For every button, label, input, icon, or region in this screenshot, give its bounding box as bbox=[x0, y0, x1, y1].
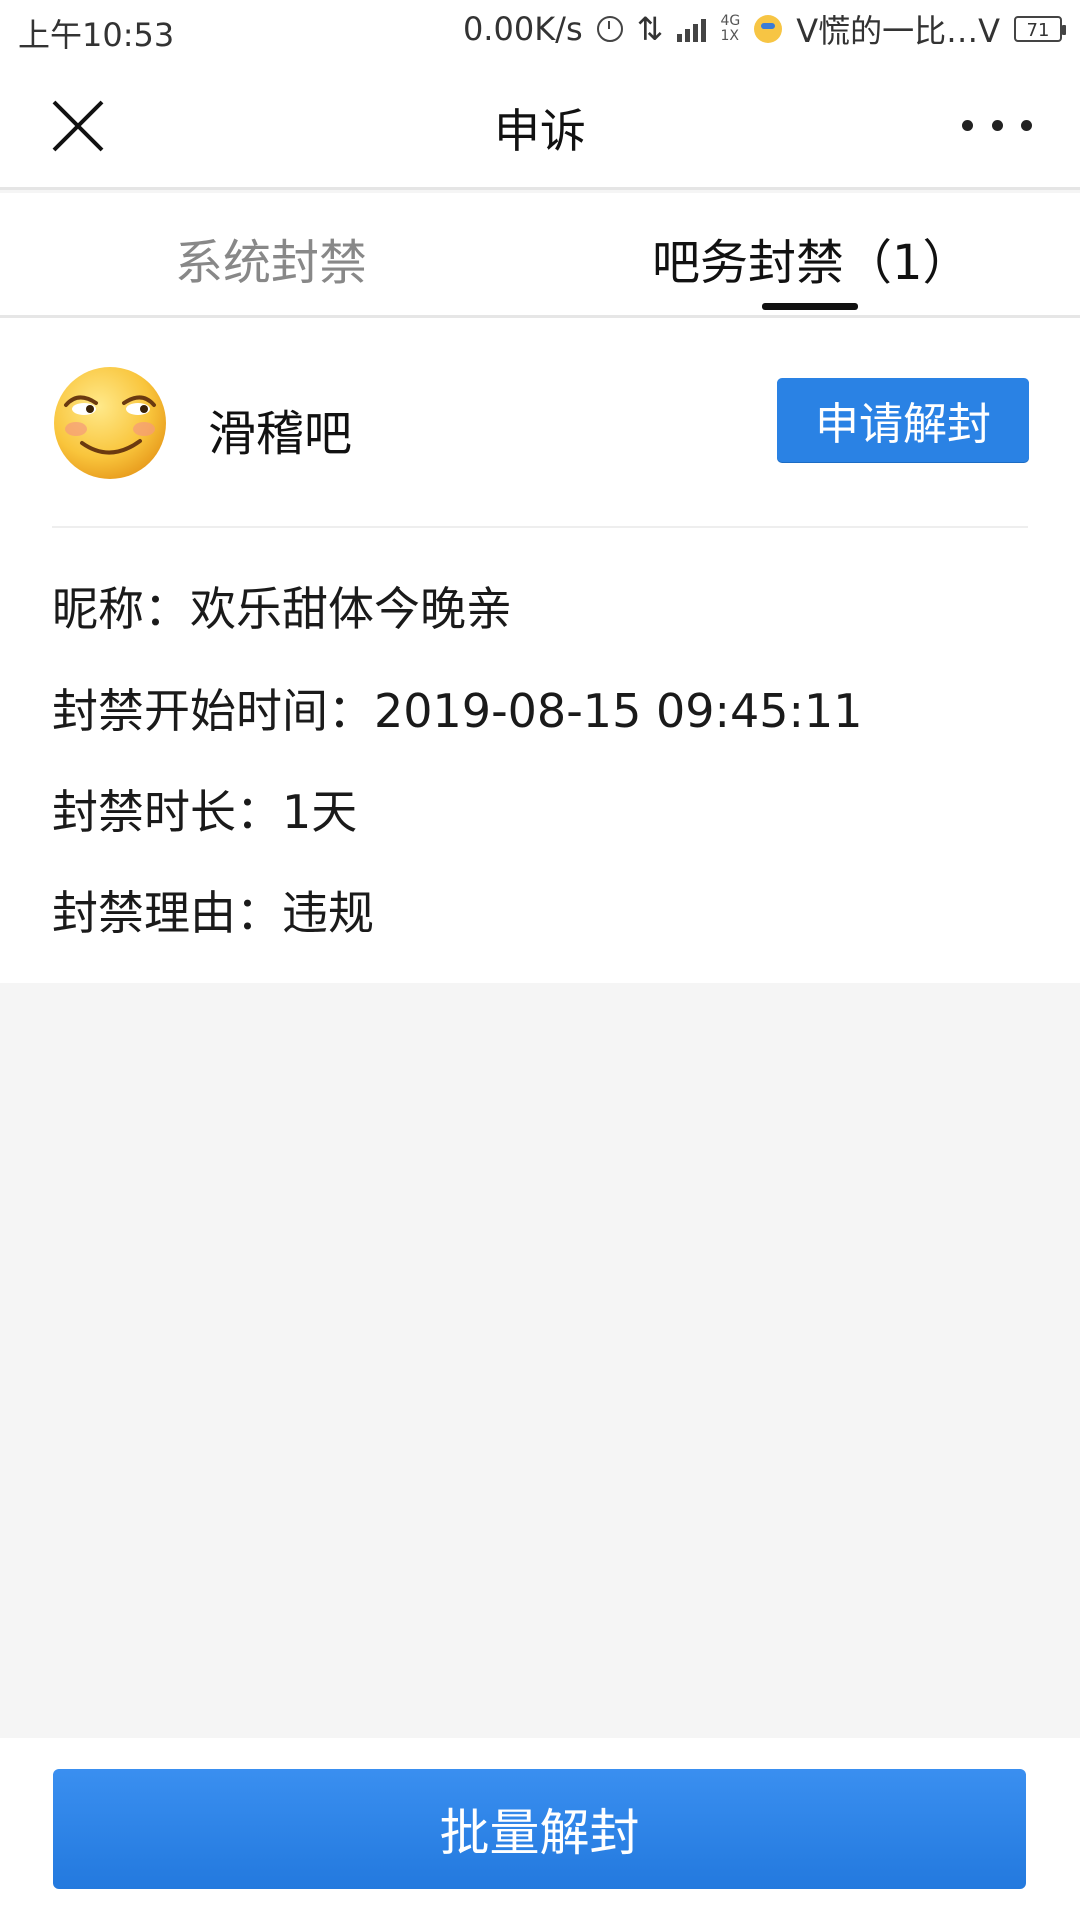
network-type-top: 4G bbox=[720, 13, 741, 29]
ban-duration-text: 封禁时长：1天 bbox=[52, 785, 358, 839]
alarm-icon bbox=[596, 16, 623, 42]
tab-forum-ban[interactable]: 吧务封禁（1） bbox=[652, 223, 971, 293]
bottom-action-bar: 批量解封 bbox=[0, 1738, 1080, 1920]
network-type: 4G 1X bbox=[720, 14, 740, 44]
active-tab-indicator bbox=[762, 303, 858, 310]
divider bbox=[52, 526, 1028, 528]
forum-avatar bbox=[52, 365, 168, 481]
batch-unban-button[interactable]: 批量解封 bbox=[53, 1769, 1026, 1889]
tab-system-ban[interactable]: 系统封禁 bbox=[175, 223, 367, 293]
signal-icon bbox=[677, 16, 707, 42]
ban-reason-text: 封禁理由：违规 bbox=[52, 886, 374, 940]
status-bar: 上午10:53 0.00K/s ⇅ 4G 1X V慌的一比…V 71 bbox=[0, 0, 1080, 60]
status-right-group: 0.00K/s ⇅ 4G 1X V慌的一比…V 71 bbox=[462, 6, 1066, 52]
nickname-text: 昵称：欢乐甜体今晚亲 bbox=[52, 582, 512, 636]
forum-name[interactable]: 滑稽吧 bbox=[208, 394, 352, 464]
screen: 上午10:53 0.00K/s ⇅ 4G 1X V慌的一比…V 71 申诉 系统… bbox=[0, 0, 1080, 1920]
more-icon-dot bbox=[962, 119, 973, 131]
more-icon-dot bbox=[991, 119, 1003, 131]
carrier-name: V慌的一比…V bbox=[796, 12, 1000, 50]
notification-emoji-icon bbox=[754, 15, 783, 43]
more-button[interactable] bbox=[962, 110, 1032, 140]
apply-unban-button[interactable]: 申请解封 bbox=[777, 378, 1029, 462]
page-title: 申诉 bbox=[494, 104, 586, 158]
status-time: 上午10:53 bbox=[18, 16, 175, 54]
battery-icon: 71 bbox=[1014, 16, 1066, 42]
network-type-bottom: 1X bbox=[720, 28, 739, 44]
title-bar: 申诉 bbox=[0, 60, 1080, 190]
tab-bar: 系统封禁 吧务封禁（1） bbox=[0, 193, 1080, 318]
funny-face-icon bbox=[54, 367, 166, 479]
more-icon-dot bbox=[1021, 119, 1032, 131]
ban-start-time-text: 封禁开始时间：2019-08-15 09:45:11 bbox=[52, 684, 863, 738]
ban-record-card: 滑稽吧 申请解封 昵称：欢乐甜体今晚亲 封禁开始时间：2019-08-15 09… bbox=[0, 318, 1080, 983]
data-transfer-icon: ⇅ bbox=[636, 10, 664, 48]
net-speed: 0.00K/s bbox=[462, 10, 583, 48]
